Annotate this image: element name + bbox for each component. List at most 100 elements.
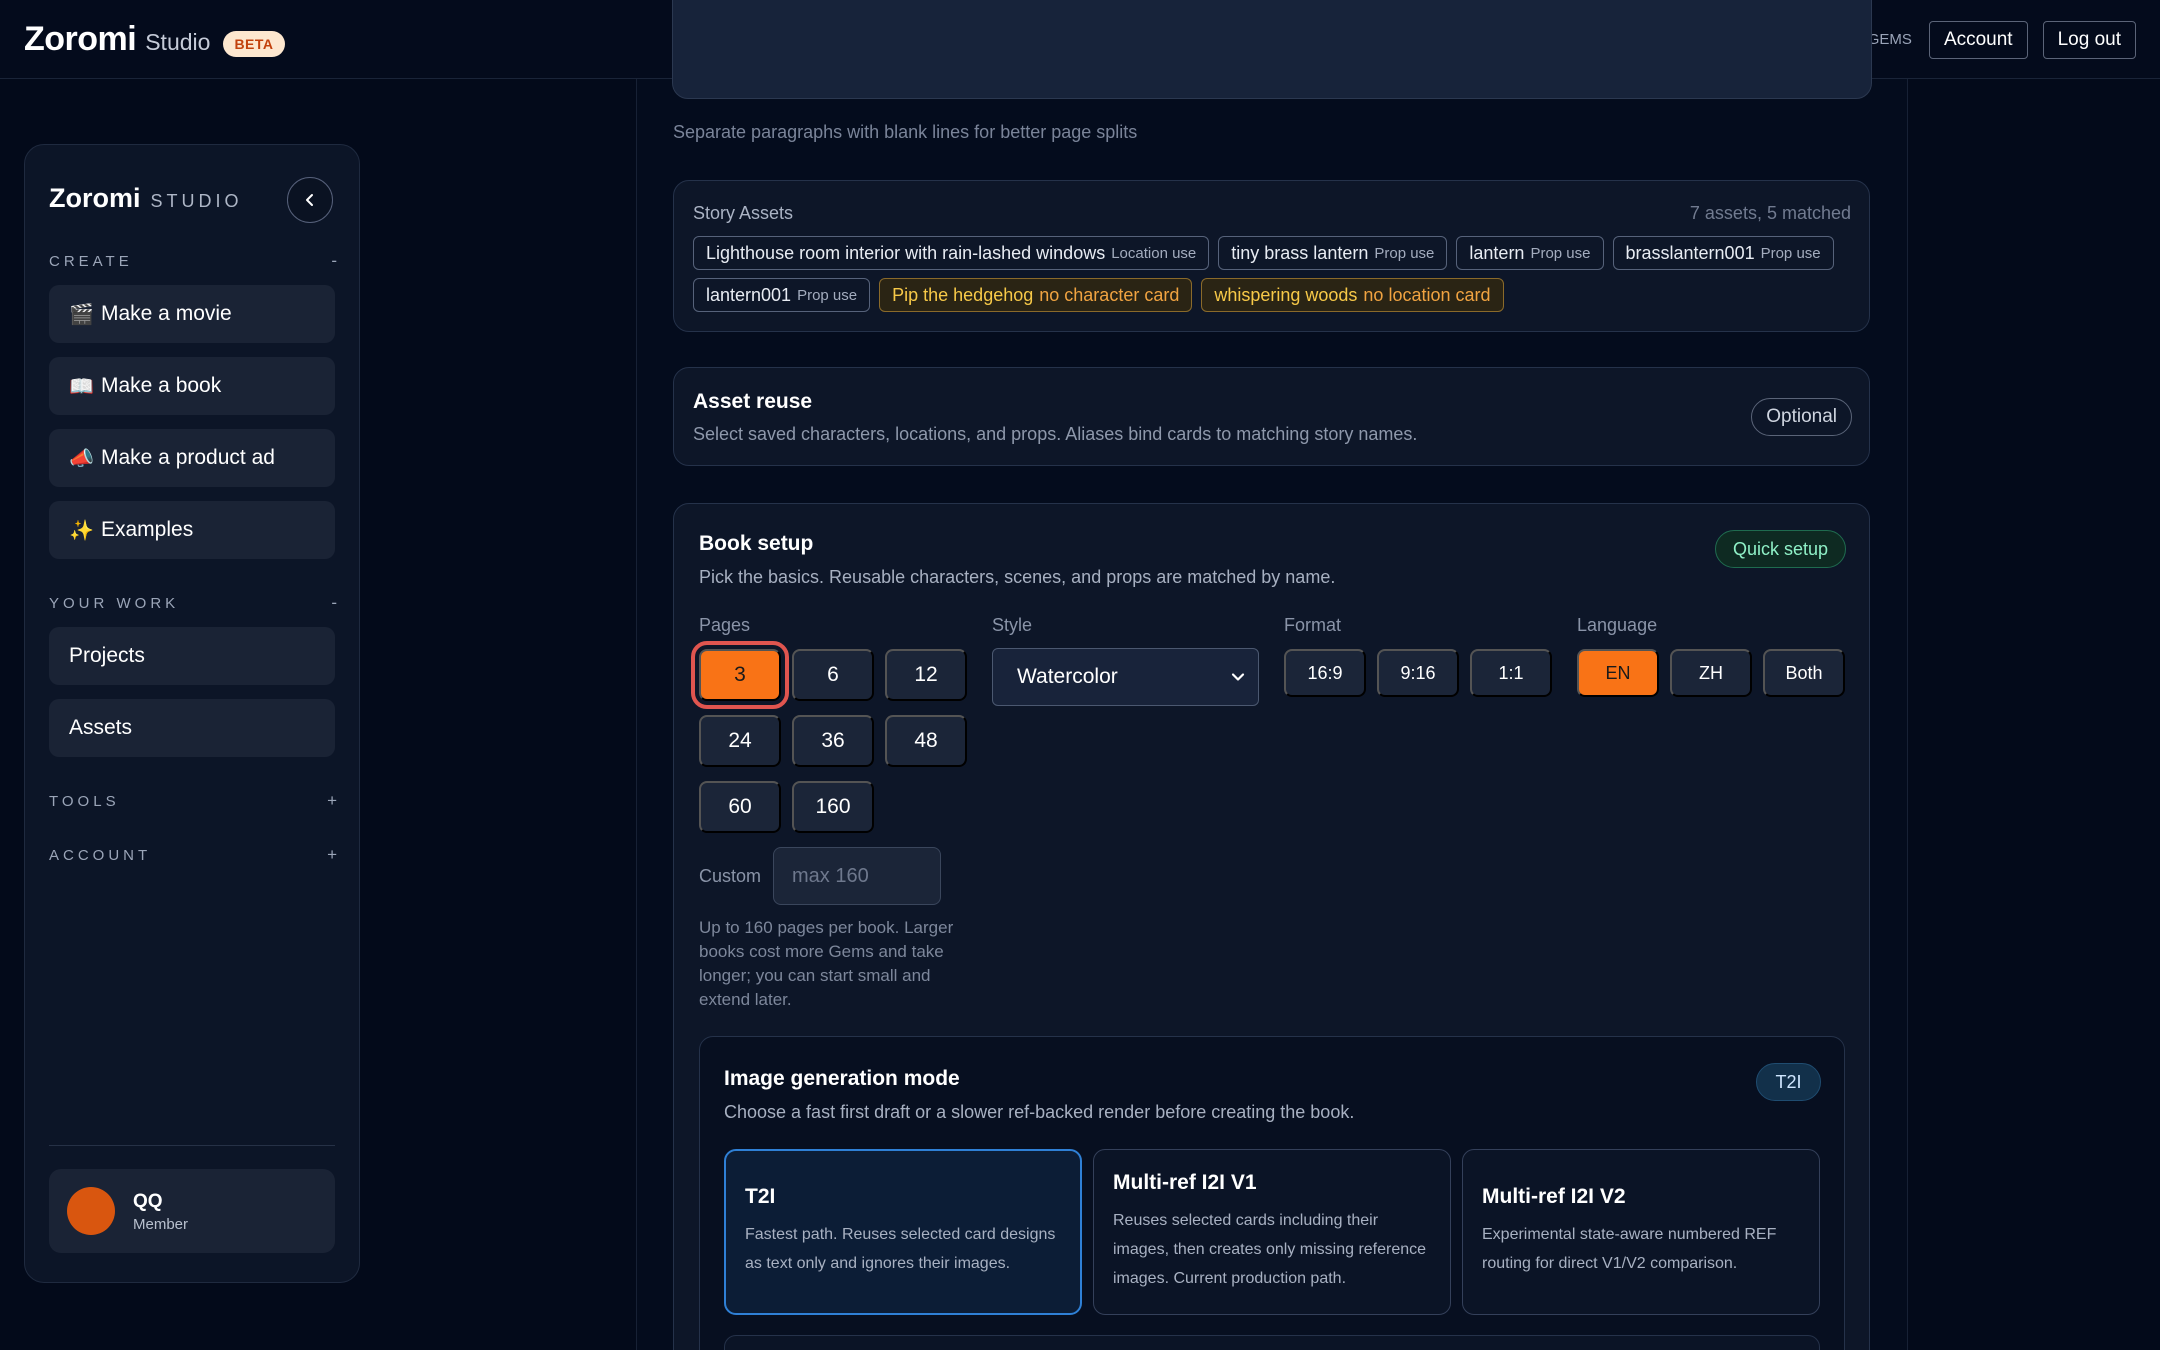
format-option-9-16[interactable]: 9:16 <box>1377 649 1459 697</box>
asset-chip[interactable]: tiny brass lantern Prop use <box>1218 236 1448 270</box>
language-label: Language <box>1577 615 1658 635</box>
image-generation-mode-card: Image generation mode Choose a fast firs… <box>699 1036 1845 1350</box>
language-option-both[interactable]: Both <box>1763 649 1845 697</box>
collapse-toggle-icon[interactable]: - <box>331 593 337 613</box>
section-heading: ACCOUNT <box>49 846 152 864</box>
section-create[interactable]: CREATE - <box>49 251 337 271</box>
sidebar-brand: Zoromi STUDIO <box>49 183 243 214</box>
user-name: QQ <box>133 1191 163 1212</box>
user-role: Member <box>133 1216 189 1233</box>
sidebar-brand-name: Zoromi <box>49 183 141 213</box>
image-mode-title: Image generation mode <box>724 1067 960 1090</box>
style-label: Style <box>992 615 1033 635</box>
beta-badge: BETA <box>223 31 285 57</box>
custom-pages-label: Custom <box>699 866 762 886</box>
sidebar-item-make-product-ad[interactable]: 📣 Make a product ad <box>49 429 335 487</box>
section-heading: CREATE <box>49 252 133 270</box>
chevron-down-icon <box>1231 673 1245 681</box>
sidebar-item-label: Examples <box>101 518 194 541</box>
mode-option-title: T2I <box>745 1185 776 1208</box>
story-assets-card: Story Assets 7 assets, 5 matched Lightho… <box>673 180 1870 332</box>
mode-option-i2i-v1[interactable]: Multi-ref I2I V1 Reuses selected cards i… <box>1093 1149 1451 1315</box>
gems-label: GEMS <box>1867 31 1912 48</box>
mode-option-title: Multi-ref I2I V1 <box>1113 1171 1257 1194</box>
story-textarea[interactable] <box>672 0 1872 99</box>
optional-badge: Optional <box>1751 398 1852 436</box>
asset-chip-name: brasslantern001 <box>1625 242 1755 263</box>
asset-chip-kind: Prop use <box>1530 244 1591 262</box>
asset-reuse-title: Asset reuse <box>693 390 813 413</box>
chevron-left-icon <box>306 194 313 206</box>
sidebar-item-label: Projects <box>69 644 145 667</box>
book-icon: 📖 <box>69 375 94 398</box>
sidebar-item-examples[interactable]: ✨ Examples <box>49 501 335 559</box>
page-option-6[interactable]: 6 <box>792 649 874 701</box>
image-mode-description: Choose a fast first draft or a slower re… <box>724 1102 1355 1122</box>
custom-pages-input[interactable]: max 160 <box>773 847 941 905</box>
sidebar-item-label: Assets <box>69 716 133 739</box>
logout-button[interactable]: Log out <box>2042 20 2136 59</box>
sidebar-item-label: Make a movie <box>101 302 232 325</box>
book-setup-card: Book setup Pick the basics. Reusable cha… <box>673 503 1870 1350</box>
expand-toggle-icon[interactable]: + <box>327 791 337 811</box>
quick-setup-badge[interactable]: Quick setup <box>1714 530 1846 568</box>
collapse-sidebar-button[interactable] <box>287 177 333 223</box>
sparkles-icon: ✨ <box>69 519 94 542</box>
collapse-toggle-icon[interactable]: - <box>331 251 337 271</box>
language-option-en[interactable]: EN <box>1577 649 1659 697</box>
sidebar-item-make-movie[interactable]: 🎬 Make a movie <box>49 285 335 343</box>
page-option-3[interactable]: 3 <box>691 641 789 709</box>
account-button[interactable]: Account <box>1928 20 2028 59</box>
sidebar: Zoromi STUDIO CREATE - 🎬 Make a movie 📖 … <box>24 144 360 1283</box>
sidebar-item-label: Make a book <box>101 374 222 397</box>
pages-note: Up to 160 pages per book. Larger books c… <box>699 918 954 1009</box>
section-tools[interactable]: TOOLS + <box>49 791 337 811</box>
language-option-zh[interactable]: ZH <box>1670 649 1752 697</box>
page-option-12[interactable]: 12 <box>885 649 967 701</box>
asset-chip[interactable]: lantern001 Prop use <box>693 278 871 312</box>
megaphone-icon: 📣 <box>69 447 94 470</box>
asset-chip-kind: Prop use <box>1760 244 1821 262</box>
section-your-work[interactable]: YOUR WORK - <box>49 593 337 613</box>
mode-option-t2i[interactable]: T2I Fastest path. Reuses selected card d… <box>724 1149 1082 1315</box>
sidebar-divider <box>49 1145 335 1146</box>
asset-chip-kind: Location use <box>1111 244 1197 262</box>
sidebar-item-assets[interactable]: Assets <box>49 699 335 757</box>
asset-chip-unmatched[interactable]: Pip the hedgehog no character card <box>879 278 1193 312</box>
sidebar-item-projects[interactable]: Projects <box>49 627 335 685</box>
mode-option-description: Fastest path. Reuses selected card desig… <box>745 1226 1056 1272</box>
asset-chip-unmatched[interactable]: whispering woods no location card <box>1201 278 1504 312</box>
format-option-16-9[interactable]: 16:9 <box>1284 649 1366 697</box>
user-profile-card[interactable]: QQ Member <box>49 1169 335 1253</box>
page-option-160[interactable]: 160 <box>792 781 874 833</box>
page-option-36[interactable]: 36 <box>792 715 874 767</box>
asset-chip[interactable]: brasslantern001 Prop use <box>1612 236 1834 270</box>
style-select[interactable]: Watercolor <box>992 648 1259 706</box>
avatar <box>67 1187 115 1235</box>
asset-chip-list: Lighthouse room interior with rain-lashe… <box>693 236 1853 312</box>
image-mode-badge: T2I <box>1756 1063 1821 1101</box>
mode-option-i2i-v2[interactable]: Multi-ref I2I V2 Experimental state-awar… <box>1462 1149 1820 1315</box>
book-setup-title: Book setup <box>699 532 814 555</box>
page-option-24[interactable]: 24 <box>699 715 781 767</box>
story-assets-title: Story Assets <box>693 203 794 223</box>
pages-label: Pages <box>699 615 751 635</box>
sidebar-item-make-book[interactable]: 📖 Make a book <box>49 357 335 415</box>
section-account[interactable]: ACCOUNT + <box>49 845 337 865</box>
asset-chip-name: lantern <box>1469 242 1525 263</box>
top-actions: 34 GEMS Account Log out <box>1847 20 2136 59</box>
asset-reuse-card[interactable]: Asset reuse Select saved characters, loc… <box>673 367 1870 466</box>
brand-name: Zoromi <box>24 20 137 58</box>
brand-logo[interactable]: Zoromi Studio BETA <box>24 20 285 62</box>
expand-toggle-icon[interactable]: + <box>327 845 337 865</box>
page-option-48[interactable]: 48 <box>885 715 967 767</box>
format-label: Format <box>1284 615 1342 635</box>
mode-option-title: Multi-ref I2I V2 <box>1482 1185 1626 1208</box>
asset-chip[interactable]: lantern Prop use <box>1456 236 1604 270</box>
asset-chip[interactable]: Lighthouse room interior with rain-lashe… <box>693 236 1210 270</box>
asset-reuse-description: Select saved characters, locations, and … <box>693 424 1418 444</box>
format-option-1-1[interactable]: 1:1 <box>1470 649 1552 697</box>
mode-option-description: Experimental state-aware numbered REF ro… <box>1482 1226 1777 1272</box>
asset-chip-name: Lighthouse room interior with rain-lashe… <box>706 242 1106 263</box>
page-option-60[interactable]: 60 <box>699 781 781 833</box>
